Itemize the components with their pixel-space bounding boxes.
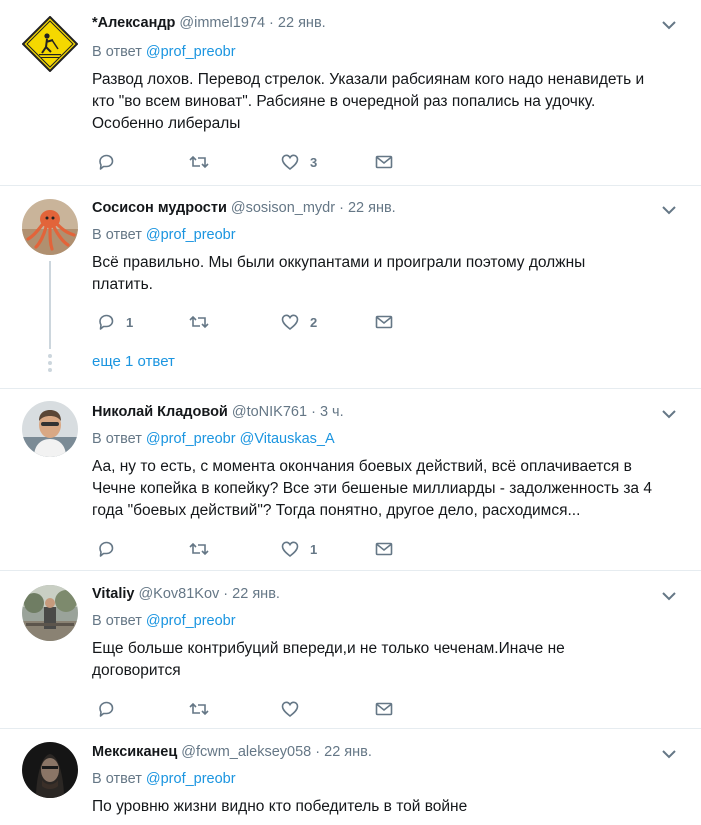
like-count: 1 bbox=[310, 541, 318, 557]
avatar[interactable] bbox=[22, 199, 78, 255]
direct-message-button[interactable] bbox=[374, 312, 394, 332]
reply-context: В ответ @prof_preobr @Vitauskas_A bbox=[92, 431, 335, 447]
reply-context: В ответ @prof_preobr bbox=[92, 227, 236, 243]
display-name[interactable]: Мексиканец bbox=[92, 744, 177, 760]
like-count: 2 bbox=[310, 314, 318, 330]
reply-button[interactable]: 1 bbox=[96, 312, 133, 332]
timestamp[interactable]: 22 янв. bbox=[324, 744, 372, 760]
reply-icon bbox=[99, 314, 114, 330]
reply-count: 1 bbox=[126, 314, 134, 330]
tweet-text: Еще больше контрибуций впереди,и не толь… bbox=[92, 640, 565, 679]
retweet-icon bbox=[189, 702, 209, 716]
heart-icon bbox=[281, 541, 299, 558]
tweet-header: Мексиканец @fcwm_aleksey058 · 22 янв. bbox=[92, 744, 372, 760]
user-handle[interactable]: @sosison_mydr bbox=[231, 200, 335, 216]
user-handle[interactable]: @immel1974 bbox=[179, 15, 265, 31]
mention-link[interactable]: @Vitauskas_A bbox=[240, 431, 335, 447]
retweet-button[interactable] bbox=[188, 152, 210, 172]
retweet-button[interactable] bbox=[188, 312, 210, 332]
heart-icon bbox=[281, 314, 299, 331]
chevron-down-icon[interactable] bbox=[661, 748, 677, 760]
reply-button[interactable] bbox=[96, 539, 116, 559]
avatar[interactable] bbox=[22, 585, 78, 641]
mention-link[interactable]: @prof_preobr bbox=[146, 613, 236, 629]
show-more-replies-link[interactable]: еще 1 ответ bbox=[92, 352, 175, 372]
like-button[interactable]: 3 bbox=[280, 152, 317, 172]
display-name[interactable]: Николай Кладовой bbox=[92, 404, 228, 420]
reply-icon bbox=[99, 154, 114, 170]
user-handle[interactable]: @fcwm_aleksey058 bbox=[181, 744, 311, 760]
mention-link[interactable]: @prof_preobr bbox=[146, 771, 236, 787]
reply-icon bbox=[99, 541, 114, 557]
tweet[interactable]: Николай Кладовой @toNIK761 · 3 ч. В ответ… bbox=[0, 389, 701, 571]
chevron-down-icon[interactable] bbox=[661, 204, 677, 216]
avatar[interactable] bbox=[22, 742, 78, 798]
reply-context: В ответ @prof_preobr bbox=[92, 613, 236, 629]
tweet-text: По уровню жизни видно кто победитель в т… bbox=[92, 798, 468, 815]
avatar[interactable] bbox=[22, 16, 78, 72]
reply-context: В ответ @prof_preobr bbox=[92, 771, 236, 787]
direct-message-button[interactable] bbox=[374, 539, 394, 559]
tweet-text: Всё правильно. Мы были оккупантами и про… bbox=[92, 254, 586, 293]
direct-message-button[interactable] bbox=[374, 699, 394, 719]
mention-link[interactable]: @prof_preobr bbox=[146, 44, 236, 60]
user-handle[interactable]: @Kov81Kov bbox=[138, 586, 219, 602]
avatar[interactable] bbox=[22, 401, 78, 457]
man-photo-image bbox=[22, 401, 78, 457]
like-button[interactable] bbox=[280, 699, 300, 719]
tweet[interactable]: Vitaliy @Kov81Kov · 22 янв. В ответ @prof… bbox=[0, 571, 701, 729]
mention-link[interactable]: @prof_preobr bbox=[146, 227, 236, 243]
retweet-button[interactable] bbox=[188, 699, 210, 719]
reply-button[interactable] bbox=[96, 699, 116, 719]
tweet[interactable]: Мексиканец @fcwm_aleksey058 · 22 янв. В о… bbox=[0, 729, 701, 825]
octopus-image bbox=[22, 199, 78, 255]
like-count: 3 bbox=[310, 154, 318, 170]
envelope-icon bbox=[375, 315, 393, 329]
direct-message-button[interactable] bbox=[374, 152, 394, 172]
tweet-text: Аа, ну то есть, с момента окончания боев… bbox=[92, 458, 652, 519]
display-name[interactable]: *Александр bbox=[92, 15, 175, 31]
retweet-icon bbox=[189, 542, 209, 556]
reply-button[interactable] bbox=[96, 152, 116, 172]
timestamp[interactable]: 3 ч. bbox=[320, 404, 344, 420]
tweet-text: Развод лохов. Перевод стрелок. Указали р… bbox=[92, 71, 645, 132]
warning-sign-icon bbox=[22, 16, 78, 72]
tweet[interactable]: *Александр @immel1974 · 22 янв. В ответ @… bbox=[0, 0, 701, 186]
tweet-header: Сосисон мудрости @sosison_mydr · 22 янв. bbox=[92, 200, 396, 216]
heart-icon bbox=[281, 154, 299, 171]
reply-context: В ответ @prof_preobr bbox=[92, 44, 236, 60]
envelope-icon bbox=[375, 702, 393, 716]
timestamp[interactable]: 22 янв. bbox=[278, 15, 326, 31]
reply-icon bbox=[99, 701, 114, 717]
display-name[interactable]: Сосисон мудрости bbox=[92, 200, 227, 216]
user-handle[interactable]: @toNIK761 bbox=[232, 404, 307, 420]
retweet-icon bbox=[189, 155, 209, 169]
heart-icon bbox=[281, 701, 299, 718]
tweet-header: Николай Кладовой @toNIK761 · 3 ч. bbox=[92, 404, 344, 420]
dark-portrait-image bbox=[22, 742, 78, 798]
park-photo-image bbox=[22, 585, 78, 641]
tweet-header: *Александр @immel1974 · 22 янв. bbox=[92, 15, 326, 31]
like-button[interactable]: 2 bbox=[280, 312, 317, 332]
chevron-down-icon[interactable] bbox=[661, 408, 677, 420]
retweet-button[interactable] bbox=[188, 539, 210, 559]
tweet[interactable]: Сосисон мудрости @sosison_mydr · 22 янв. … bbox=[0, 186, 701, 389]
envelope-icon bbox=[375, 155, 393, 169]
display-name[interactable]: Vitaliy bbox=[92, 586, 134, 602]
timestamp[interactable]: 22 янв. bbox=[232, 586, 280, 602]
tweet-header: Vitaliy @Kov81Kov · 22 янв. bbox=[92, 586, 280, 602]
thread-dot bbox=[48, 368, 52, 372]
thread-line bbox=[49, 261, 51, 349]
retweet-icon bbox=[189, 315, 209, 329]
mention-link[interactable]: @prof_preobr bbox=[146, 431, 236, 447]
like-button[interactable]: 1 bbox=[280, 539, 317, 559]
timestamp[interactable]: 22 янв. bbox=[348, 200, 396, 216]
thread-dot bbox=[48, 354, 52, 358]
chevron-down-icon[interactable] bbox=[661, 19, 677, 31]
thread-dot bbox=[48, 361, 52, 365]
envelope-icon bbox=[375, 542, 393, 556]
chevron-down-icon[interactable] bbox=[661, 590, 677, 602]
